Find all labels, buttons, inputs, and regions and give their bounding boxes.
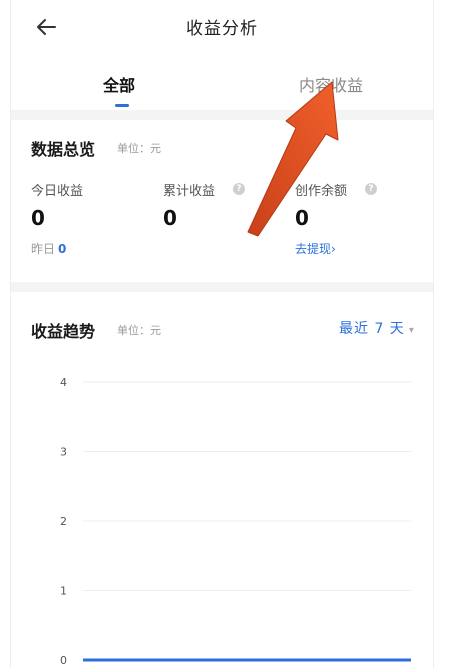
section-divider	[11, 282, 433, 292]
total-income-help-icon[interactable]: ?	[233, 183, 245, 195]
tab-bar: 全部 内容收益	[11, 66, 433, 110]
yesterday-label: 昨日	[31, 242, 56, 256]
creation-balance-value: 0	[295, 206, 309, 230]
chevron-right-icon: ›	[331, 242, 336, 256]
range-select[interactable]: 最近 7 天 ▾	[339, 318, 415, 338]
tab-all[interactable]: 全部	[103, 72, 135, 96]
tab-content-income[interactable]: 内容收益	[299, 72, 363, 96]
chart-y-ticks: 4 3 2 1 0	[60, 376, 67, 667]
creation-balance-label: 创作余额	[295, 184, 348, 199]
trend-title: 收益趋势	[31, 322, 96, 341]
income-trend-chart: 4 3 2 1 0	[60, 376, 411, 667]
y-tick-label: 3	[60, 446, 67, 459]
overview-unit: 单位：元	[117, 142, 161, 155]
chevron-down-icon: ▾	[408, 325, 415, 336]
chart-grid	[83, 381, 411, 661]
withdraw-label: 去提现	[295, 242, 332, 256]
yesterday-value: 0	[58, 242, 67, 256]
withdraw-link[interactable]: 去提现›	[295, 240, 336, 257]
page-title: 收益分析	[186, 19, 258, 39]
total-income-value: 0	[163, 206, 177, 230]
header: 收益分析	[11, 0, 433, 52]
overview-title: 数据总览	[31, 140, 96, 159]
total-income-label: 累计收益	[163, 184, 216, 199]
creation-balance-help-icon[interactable]: ?	[365, 183, 377, 195]
today-income-value: 0	[31, 206, 45, 230]
y-tick-label: 0	[60, 654, 67, 667]
y-tick-label: 2	[60, 515, 67, 528]
today-income-label: 今日收益	[31, 184, 84, 199]
yesterday-income: 昨日 0	[31, 240, 66, 257]
tab-active-indicator	[115, 104, 129, 107]
y-tick-label: 4	[60, 376, 67, 389]
range-label: 最近 7 天	[339, 321, 405, 337]
section-divider	[11, 110, 433, 120]
app-screen: 收益分析 全部 内容收益 数据总览 单位：元 今日收益 0 累计收益 ? 0 创…	[10, 0, 434, 668]
y-tick-label: 1	[60, 585, 67, 598]
trend-unit: 单位：元	[117, 324, 161, 337]
